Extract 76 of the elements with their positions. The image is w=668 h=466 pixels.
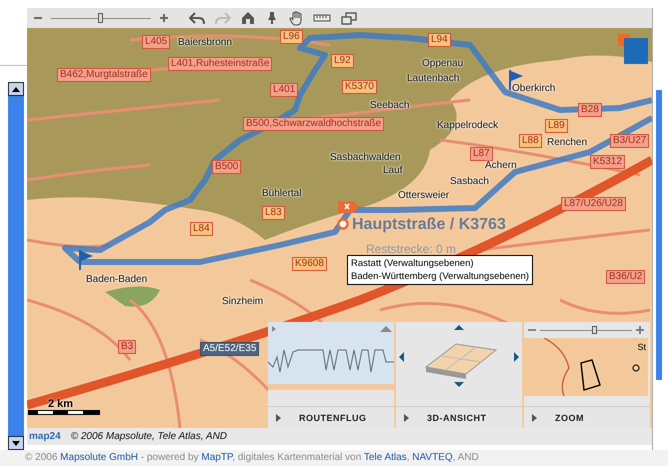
home-icon[interactable]: [239, 11, 257, 25]
scale-bar-icon: [28, 410, 100, 415]
road-label: L92: [331, 54, 354, 68]
zoom-in-button[interactable]: [157, 13, 171, 23]
place-label: Sinzheim: [222, 296, 264, 308]
place-label: Oberkirch: [512, 83, 556, 95]
place-label: Lautenbach: [407, 73, 460, 85]
remaining-distance: Reststrecke: 0 m: [366, 242, 456, 256]
place-label: Baden-Baden: [86, 274, 148, 286]
road-label: L87: [470, 147, 493, 161]
place-label: Seebach: [370, 100, 410, 112]
place-label: Sasbachwalden: [330, 152, 401, 164]
place-label: St: [637, 342, 646, 352]
copyright-text: © 2006 Mapsolute, Tele Atlas, AND: [70, 431, 228, 442]
footer-text: ,: [406, 452, 410, 463]
footer-text: © 2006: [25, 452, 58, 463]
scale-label: 2 km: [47, 398, 74, 410]
place-label: Oppenau: [422, 58, 464, 70]
road-label: L83: [262, 206, 285, 220]
footer-text: - powered by: [140, 452, 200, 463]
scroll-down-button[interactable]: [8, 436, 24, 450]
road-label: L94: [428, 33, 451, 47]
road-label: K9608: [292, 257, 327, 271]
place-label: Renchen: [547, 137, 588, 149]
footer-link[interactable]: Tele Atlas: [364, 452, 407, 463]
road-label: B3/U27: [610, 134, 650, 148]
footer-link[interactable]: NAVTEQ: [412, 452, 453, 463]
place-label: Lauf: [383, 165, 402, 177]
place-label: Kappelrodeck: [437, 120, 498, 132]
map24-logo: map24: [29, 431, 61, 442]
road-label: L88: [519, 134, 542, 148]
windows-icon[interactable]: [339, 12, 359, 24]
footer-text: , digitales Kartenmaterial von: [232, 452, 362, 463]
road-label: K5312: [590, 155, 625, 169]
road-label: B36/U2: [606, 270, 646, 284]
back-icon[interactable]: [187, 11, 207, 25]
zoom-slider-thumb[interactable]: [98, 13, 103, 23]
zoom-in-icon[interactable]: [636, 326, 644, 334]
ruler-icon[interactable]: [311, 13, 333, 23]
scroll-up-button[interactable]: [8, 82, 24, 96]
footer-text: , AND: [452, 452, 479, 463]
road-label: A5/E52/E35: [200, 342, 260, 356]
up-arrow-icon: [12, 86, 20, 92]
tooltip-line: Baden-Württemberg (Verwaltungsebenen): [351, 270, 529, 283]
down-arrow-icon: [12, 440, 20, 446]
triangle-icon: [532, 414, 537, 422]
scrollbar[interactable]: [8, 82, 24, 450]
road-label: K5370: [342, 80, 377, 94]
road-label: B462,Murgtalstraße: [57, 68, 151, 82]
overview-zoom-thumb[interactable]: [592, 326, 598, 334]
tooltip-line: Rastatt (Verwaltungsebenen): [351, 257, 475, 270]
destination-label: Hauptstraße / K3763: [352, 216, 506, 234]
meadow-area: [105, 286, 160, 307]
road-label: B500,Schwarzwaldhochstraße: [243, 117, 384, 131]
road-label: L96: [280, 30, 303, 44]
road-label: B500: [212, 160, 242, 174]
place-label: Bühlertal: [262, 188, 302, 200]
road-label: L401,Ruhesteinstraße: [168, 57, 272, 71]
road-label: B3: [118, 340, 136, 354]
footer-link[interactable]: MapTP: [201, 452, 232, 463]
scrollbar[interactable]: [656, 90, 662, 380]
road-label: L84: [190, 222, 213, 236]
triangle-icon: [276, 414, 281, 422]
road-label: B28: [578, 103, 602, 117]
place-label: Achern: [485, 160, 517, 172]
road-label: L401: [270, 83, 298, 97]
footer-link[interactable]: Mapsolute GmbH: [60, 452, 138, 463]
place-label: Sasbach: [450, 176, 489, 188]
road-label: L405: [142, 35, 170, 49]
triangle-icon: [404, 414, 409, 422]
flag-icon: [78, 250, 94, 270]
road-label: L87/U26/U28: [561, 197, 626, 211]
place-label: Baiersbronn: [178, 37, 232, 49]
plus-icon: [159, 13, 169, 23]
place-label: Ottersweier: [398, 190, 450, 202]
road-label: L89: [545, 119, 568, 133]
